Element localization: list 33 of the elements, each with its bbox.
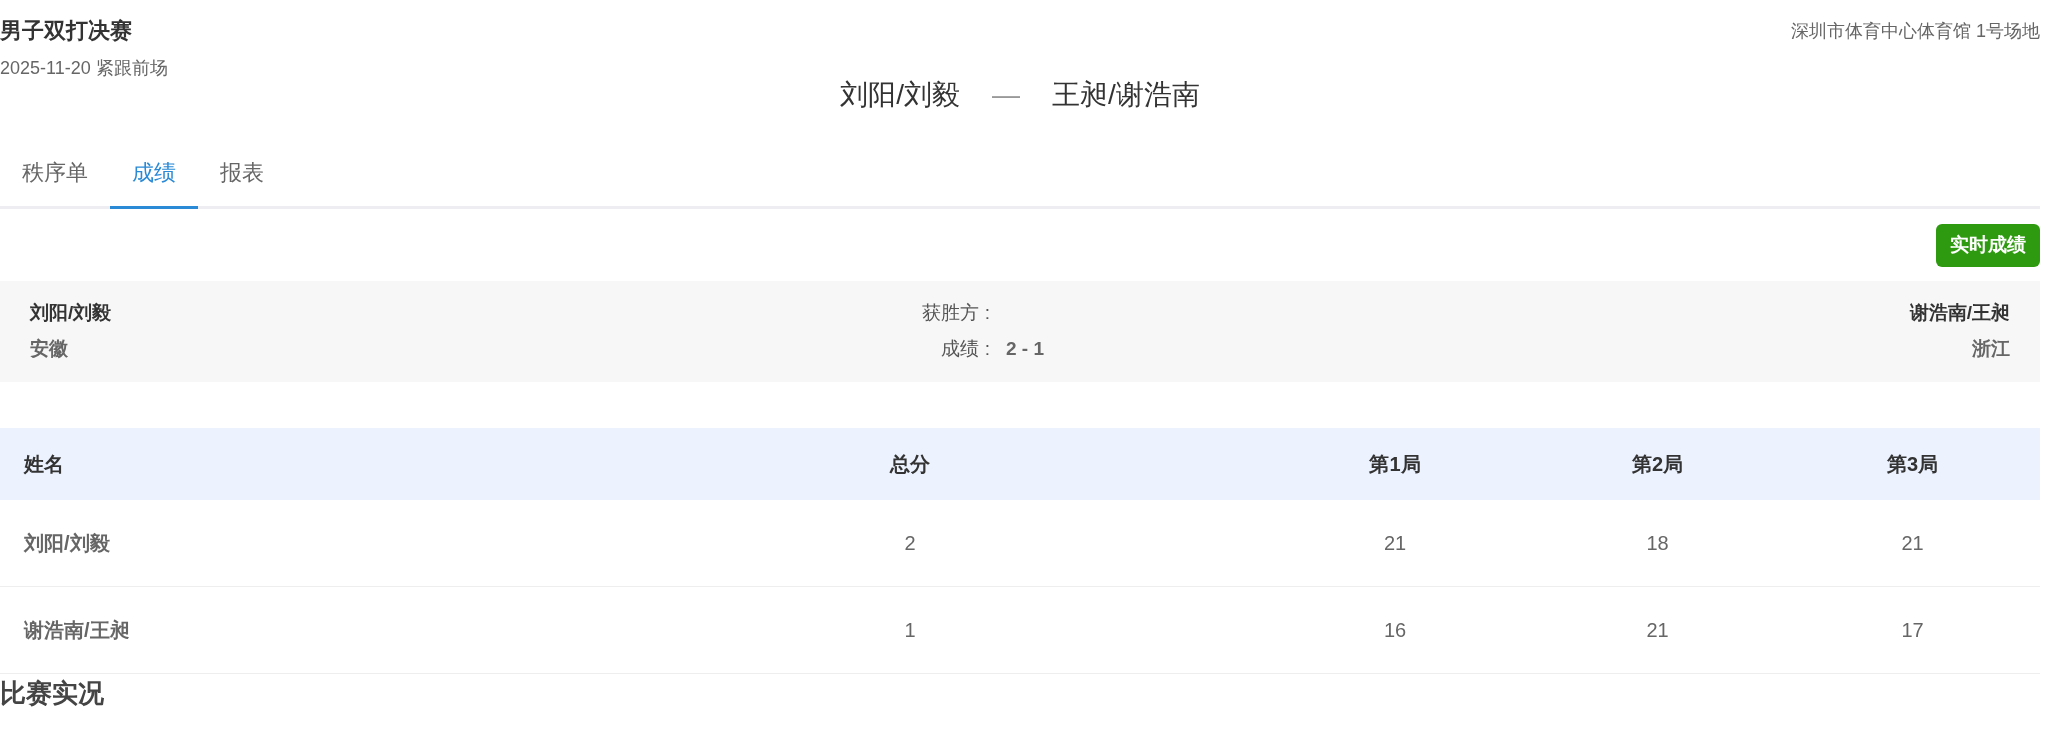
table-cell: 21 — [1530, 586, 1785, 674]
live-score-button[interactable]: 实时成绩 — [1936, 224, 2040, 267]
page-title: 男子双打决赛 — [0, 17, 133, 45]
table-cell: 21 — [1785, 499, 2040, 587]
team-region: 安徽 — [30, 337, 69, 361]
score-label: 成绩 : — [940, 337, 990, 361]
column-header: 姓名 — [0, 427, 560, 500]
match-score: 2 - 1 — [1006, 337, 1045, 361]
versus-separator: — — [992, 78, 1020, 112]
column-header: 第3局 — [1785, 427, 2040, 500]
tab[interactable]: 报表 — [198, 142, 286, 209]
match-subtitle: 2025-11-20 紧跟前场 — [0, 57, 168, 80]
venue-text: 深圳市体育中心体育馆 1号场地 — [1791, 20, 2040, 43]
section-title: 比赛实况 — [0, 680, 105, 706]
table-cell: 18 — [1530, 499, 1785, 587]
team-region: 浙江 — [1971, 337, 2010, 361]
team-name: 刘阳/刘毅 — [840, 78, 960, 112]
winner-label: 获胜方 : — [921, 300, 990, 325]
table-cell: 2 — [560, 499, 1260, 587]
table-cell: 17 — [1785, 586, 2040, 674]
team-name: 王昶/谢浩南 — [1052, 78, 1200, 112]
table-cell: 21 — [1260, 499, 1530, 587]
column-header: 总分 — [560, 427, 1260, 500]
column-header: 第2局 — [1530, 427, 1785, 500]
column-header: 第1局 — [1260, 427, 1530, 500]
team-name: 刘阳/刘毅 — [30, 300, 113, 325]
table-cell: 16 — [1260, 586, 1530, 674]
tab[interactable]: 成绩 — [110, 142, 198, 209]
team-name: 谢浩南/王昶 — [1908, 300, 2010, 325]
table-cell: 刘阳/刘毅 — [0, 499, 560, 587]
table-cell: 1 — [560, 586, 1260, 674]
tab[interactable]: 秩序单 — [0, 142, 110, 209]
table-cell: 谢浩南/王昶 — [0, 586, 560, 674]
